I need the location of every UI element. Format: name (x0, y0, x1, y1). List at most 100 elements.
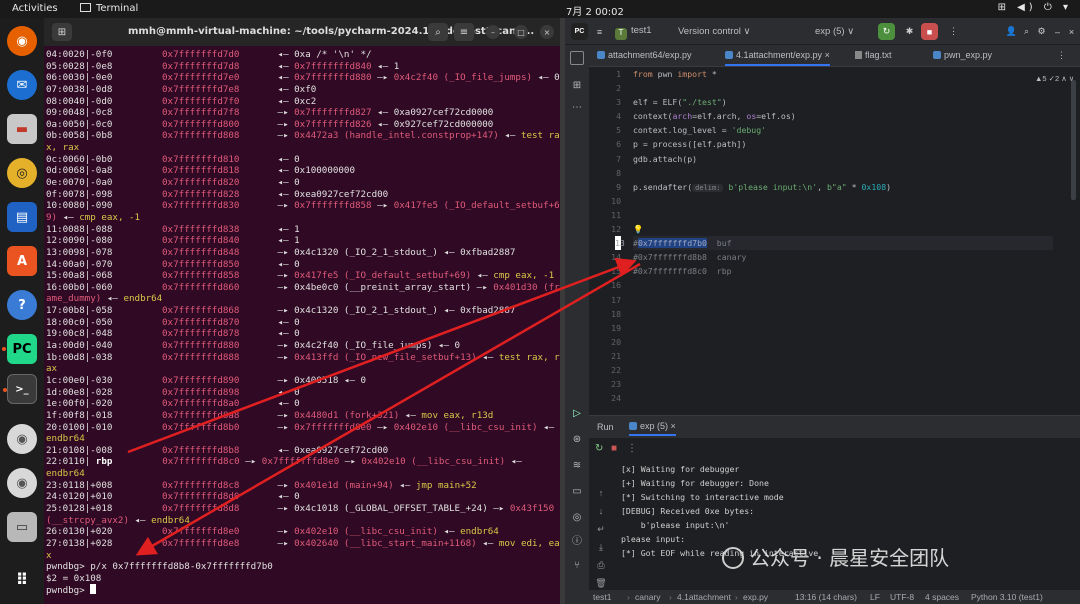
more-icon[interactable]: ⋮ (627, 443, 637, 454)
line-number: 2 (616, 83, 621, 94)
line-number: 12 (611, 224, 621, 235)
python-interpreter[interactable]: Python 3.10 (test1) (971, 592, 1043, 602)
version-control-menu[interactable]: Version control ∨ (678, 26, 750, 37)
problems-icon[interactable]: ⓘ (570, 535, 584, 549)
active-app-menu[interactable]: Terminal (80, 3, 138, 14)
console-line: b'please input:\n' (621, 520, 730, 530)
firefox-icon[interactable]: ◉ (7, 26, 37, 56)
terminal-line: 07:0038|-0d8 0x7fffffffd7e8 ◂— 0xf0 (46, 83, 317, 95)
crumb-project[interactable]: test1 (593, 592, 611, 602)
terminal-line: 0b:0058|-0b8 0x7fffffffd808 —▸ 0x4472a3 (… (46, 130, 560, 142)
new-tab-icon[interactable]: ⊞ (52, 23, 72, 41)
system-top-bar: Activities Terminal 7月 2 00:02 ⊞ ◀) ⏻ ▾ (0, 0, 1080, 18)
crumb-4-1attachment[interactable]: 4.1attachment (677, 592, 731, 602)
down-arrow-icon[interactable]: ↓ (595, 506, 607, 518)
wechat-logo-icon (722, 547, 744, 569)
git-icon[interactable]: ⑂ (570, 559, 584, 573)
terminal-output[interactable]: 04:0020|-0f0 0x7fffffffd7d0 ◂— 0xa /* '\n… (44, 46, 560, 604)
line-number: 13 (615, 236, 625, 251)
crumb-canary[interactable]: canary (635, 592, 661, 602)
soft-wrap-icon[interactable]: ↵ (595, 524, 607, 536)
tab-overflow-menu-icon[interactable]: ⋮ (1057, 50, 1066, 61)
app-grid-icon[interactable]: ⠿ (7, 564, 37, 594)
print-icon[interactable]: ⎙ (595, 560, 607, 572)
tab-attachment64-exp[interactable]: attachment64/exp.py (597, 50, 692, 60)
project-selector[interactable]: Ttest1 (615, 25, 652, 40)
line-number: 11 (611, 209, 621, 220)
editor-tabs: attachment64/exp.py 4.1attachment/exp.py… (589, 45, 1080, 67)
code-editor[interactable]: from pwn import * elf = ELF("./test") co… (633, 67, 1053, 410)
pycharm-logo-icon: PC (571, 23, 588, 40)
line-number: 10 (611, 195, 621, 206)
search-icon[interactable]: ⌕ (428, 23, 448, 41)
tab-flag-txt[interactable]: flag.txt (855, 50, 892, 60)
text-file-icon (855, 51, 862, 59)
lightbulb-icon[interactable]: 💡 (633, 224, 643, 234)
terminal-cursor (90, 584, 97, 595)
run-config-selector[interactable]: exp (5) ∨ (815, 26, 854, 37)
activities-button[interactable]: Activities (12, 3, 58, 14)
terminal-line: (__strcpy_avx2) ◂— endbr64 (46, 514, 190, 526)
line-ending[interactable]: LF (870, 592, 880, 602)
python-packages-icon[interactable]: ⊛ (570, 433, 584, 447)
close-icon[interactable]: × (540, 25, 554, 39)
stop-icon[interactable]: ■ (921, 23, 938, 40)
layers-icon[interactable]: ≋ (570, 459, 584, 473)
terminal-line: 1f:00f8|-018 0x7fffffffd8a8 —▸ 0x4480d1 (… (46, 409, 494, 421)
file-encoding[interactable]: UTF-8 (890, 592, 914, 602)
system-tray[interactable]: ⊞ ◀) ⏻ ▾ (998, 2, 1072, 13)
crumb-exp-py[interactable]: exp.py (743, 592, 768, 602)
close-icon[interactable]: × (1063, 23, 1080, 40)
settings-icon[interactable]: ⚙ (1033, 23, 1050, 40)
structure-icon[interactable]: ⊞ (570, 79, 584, 93)
disc-icon[interactable]: ◉ (7, 424, 37, 454)
project-initial: T (615, 28, 627, 40)
drive-icon[interactable]: ▭ (7, 512, 37, 542)
run-tab-exp[interactable]: exp (5) × (629, 421, 676, 436)
files-icon[interactable]: ▬ (7, 114, 37, 144)
more-icon[interactable]: ⋮ (945, 23, 962, 40)
tab-4-1attachment-exp[interactable]: 4.1attachment/exp.py × (725, 50, 830, 66)
scroll-end-icon[interactable]: ⤓ (595, 542, 607, 554)
maximize-icon[interactable]: □ (514, 25, 528, 39)
trash-icon[interactable]: 🗑 (595, 578, 607, 590)
terminal-icon[interactable]: >_ (3, 374, 37, 404)
pycharm-icon[interactable]: PC (2, 334, 37, 364)
terminal-line: x, rax (46, 142, 80, 154)
services-icon[interactable]: ◎ (570, 511, 584, 525)
terminal-tool-icon[interactable]: ▭ (570, 485, 584, 499)
terminal-line: 12:0090|-080 0x7fffffffd840 ◂— 1 (46, 235, 300, 247)
rerun-icon[interactable]: ↻ (878, 23, 895, 40)
minimize-icon[interactable]: – (486, 25, 500, 39)
terminal-line: 0c:0060|-0b0 0x7fffffffd810 ◂— 0 (46, 153, 300, 165)
terminal-line: 1a:00d0|-040 0x7fffffffd880 —▸ 0x4c2f40 (… (46, 340, 461, 352)
debug-icon[interactable]: ✱ (901, 23, 918, 40)
project-tool-icon[interactable] (570, 51, 584, 65)
terminal-line: 0e:0070|-0a0 0x7fffffffd820 ◂— 0 (46, 177, 300, 189)
cursor-position[interactable]: 13:16 (14 chars) (795, 592, 857, 602)
tab-pwn-exp[interactable]: pwn_exp.py (933, 50, 992, 60)
clock[interactable]: 7月 2 00:02 (566, 3, 624, 18)
inspection-widget[interactable]: ▲5 ✓2 ∧ ∨ (1035, 74, 1074, 83)
thunderbird-icon[interactable]: ✉ (7, 70, 37, 100)
terminal-line: 17:00b8|-058 0x7fffffffd868 —▸ 0x4c1320 (… (46, 305, 516, 317)
writer-icon[interactable]: ▤ (7, 202, 37, 232)
rhythmbox-icon[interactable]: ◎ (7, 158, 37, 188)
help-icon[interactable]: ? (7, 290, 37, 320)
main-menu-icon[interactable]: ≡ (591, 23, 608, 40)
menu-icon[interactable]: ≡ (454, 23, 474, 41)
run-tool-icon[interactable]: ▷ (570, 407, 584, 421)
up-arrow-icon[interactable]: ↑ (595, 488, 607, 500)
terminal-line: 21:0108|-008 0x7fffffffd8b8 ◂— 0xea0927ce… (46, 444, 389, 456)
line-number: 3 (616, 97, 621, 108)
terminal-line: 04:0020|-0f0 0x7fffffffd7d0 ◂— 0xa /* '\n… (46, 49, 372, 60)
console-line: [DEBUG] Received 0xe bytes: (621, 506, 755, 516)
terminal-line: 10:0080|-090 0x7fffffffd830 —▸ 0x7fffffff… (46, 200, 560, 212)
indent-setting[interactable]: 4 spaces (925, 592, 959, 602)
terminal-line: 13:0098|-078 0x7fffffffd848 —▸ 0x4c1320 (… (46, 246, 516, 258)
terminal-line: 15:00a8|-068 0x7fffffffd858 —▸ 0x417fe5 (… (46, 270, 555, 282)
disc-icon-2[interactable]: ◉ (7, 468, 37, 498)
more-tools-icon[interactable]: ⋯ (570, 101, 584, 115)
editor-scrollbar[interactable] (1071, 80, 1076, 200)
app-center-icon[interactable]: A (7, 246, 37, 276)
